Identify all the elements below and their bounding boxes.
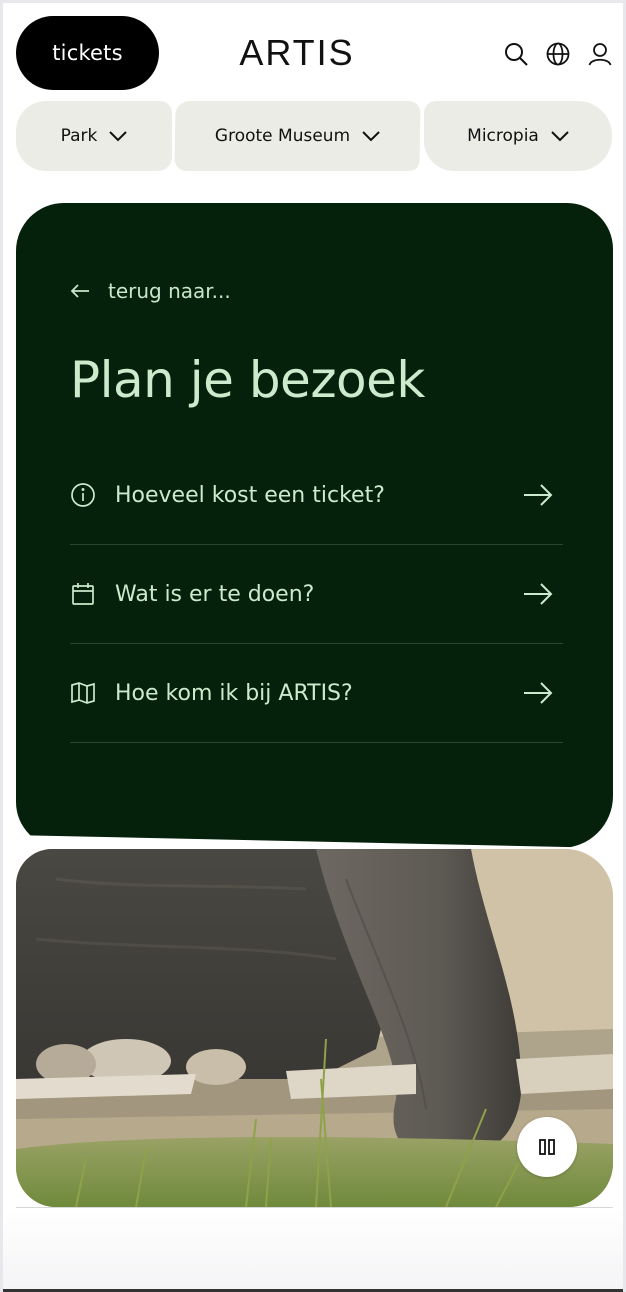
- chevron-down-icon: [109, 131, 128, 142]
- link-directions[interactable]: Hoe kom ik bij ARTIS?: [70, 644, 563, 743]
- category-museum-label: Groote Museum: [214, 126, 351, 146]
- search-icon[interactable]: [503, 41, 529, 67]
- pause-icon: [539, 1139, 555, 1155]
- user-icon[interactable]: [587, 41, 613, 67]
- link-activities-label: Wat is er te doen?: [115, 581, 315, 607]
- category-micropia[interactable]: Micropia: [424, 101, 612, 171]
- arrow-left-icon: [70, 284, 89, 298]
- plan-visit-panel: terug naar... Plan je bezoek Hoeveel kos…: [16, 203, 613, 848]
- artis-logo[interactable]: ARTIS: [235, 33, 359, 73]
- tickets-button[interactable]: tickets: [16, 16, 159, 90]
- map-icon: [70, 680, 96, 706]
- globe-icon[interactable]: [545, 41, 571, 67]
- category-park[interactable]: Park: [16, 101, 172, 171]
- page-bottom: [3, 1208, 623, 1292]
- arrow-right-icon: [523, 682, 553, 704]
- chevron-down-icon: [551, 131, 569, 142]
- pause-button[interactable]: [517, 1117, 577, 1177]
- link-directions-label: Hoe kom ik bij ARTIS?: [115, 680, 353, 706]
- category-micropia-label: Micropia: [467, 126, 539, 146]
- link-ticket-price[interactable]: Hoeveel kost een ticket?: [70, 446, 563, 545]
- back-link-label: terug naar...: [108, 279, 231, 303]
- link-ticket-price-label: Hoeveel kost een ticket?: [115, 482, 385, 508]
- tickets-button-label: tickets: [52, 41, 123, 65]
- category-groote-museum[interactable]: Groote Museum: [174, 101, 421, 171]
- arrow-right-icon: [523, 583, 553, 605]
- calendar-icon: [70, 581, 96, 607]
- page: tickets ARTIS Park Groote Museum Micropi…: [0, 0, 626, 1292]
- category-park-label: Park: [60, 126, 98, 146]
- info-icon: [70, 482, 96, 508]
- arrow-right-icon: [523, 484, 553, 506]
- page-title: Plan je bezoek: [70, 351, 425, 409]
- chevron-down-icon: [362, 131, 380, 142]
- link-activities[interactable]: Wat is er te doen?: [70, 545, 563, 644]
- back-link[interactable]: terug naar...: [70, 279, 231, 303]
